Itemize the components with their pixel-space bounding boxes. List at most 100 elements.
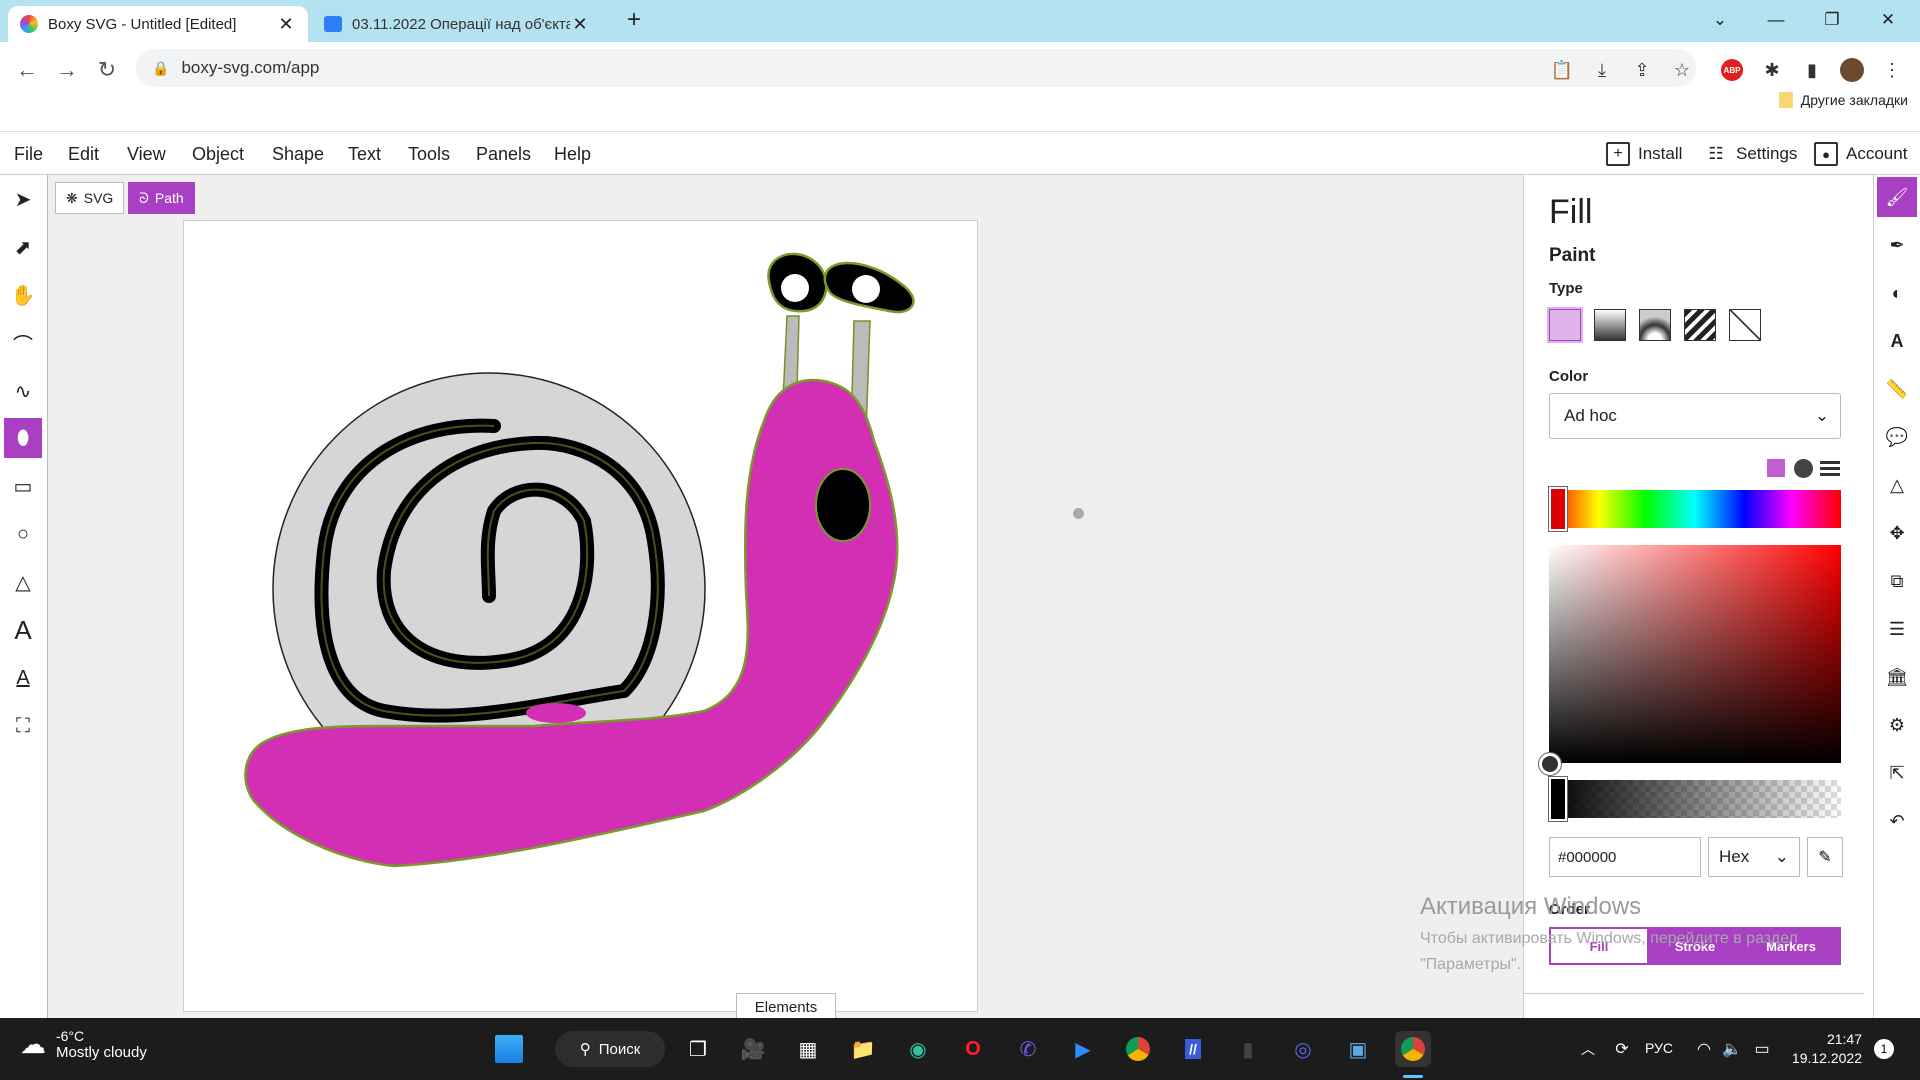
reload-button[interactable]: ↻ — [89, 52, 125, 88]
edge-browser-icon[interactable]: ◉ — [900, 1031, 936, 1067]
layers-icon[interactable]: ⧉ — [1877, 561, 1917, 601]
tab-search-chevron-icon[interactable]: ⌄ — [1692, 0, 1748, 40]
menu-tools[interactable]: Tools — [408, 144, 450, 165]
task-view-icon[interactable]: ❐ — [680, 1031, 716, 1067]
close-tab-icon[interactable]: ✕ — [276, 14, 296, 35]
stroke-brush-icon[interactable]: ✒ — [1877, 225, 1917, 265]
circle-tool-icon[interactable]: ○ — [4, 514, 42, 554]
language-indicator[interactable]: РУС — [1645, 1040, 1673, 1056]
battery-icon[interactable]: ▭ — [1744, 1031, 1780, 1067]
tray-sync-icon[interactable]: ⟳ — [1604, 1031, 1640, 1067]
menu-panels[interactable]: Panels — [476, 144, 531, 165]
snail-mouth[interactable] — [815, 468, 871, 542]
close-window-button[interactable]: ✕ — [1860, 0, 1916, 40]
install-button[interactable]: + Install — [1606, 142, 1682, 166]
text-path-tool-icon[interactable]: A — [4, 658, 42, 698]
history-undo-icon[interactable]: ↶ — [1877, 801, 1917, 841]
pan-hand-icon[interactable]: ✋ — [4, 275, 42, 315]
hex-input[interactable]: #000000 — [1549, 837, 1701, 877]
url-bar[interactable]: 🔒 boxy-svg.com/app — [136, 49, 1696, 87]
library-icon[interactable]: 🏛 — [1877, 657, 1917, 697]
account-button[interactable]: ● Account — [1814, 142, 1907, 166]
app-blue-icon[interactable]: // — [1175, 1031, 1211, 1067]
elements-panel-tab[interactable]: Elements — [736, 993, 836, 1021]
profile-avatar[interactable] — [1834, 52, 1870, 88]
freehand-tool-icon[interactable]: ∿ — [4, 371, 42, 411]
clock[interactable]: 21:47 19.12.2022 — [1790, 1030, 1862, 1068]
chrome-icon[interactable] — [1120, 1031, 1156, 1067]
restore-button[interactable]: ❐ — [1804, 0, 1860, 40]
paint-type-none[interactable] — [1729, 309, 1761, 341]
clipboard-icon[interactable]: 📋 — [1544, 52, 1580, 88]
adblock-icon[interactable]: ABP — [1714, 52, 1750, 88]
extensions-puzzle-icon[interactable]: ✱ — [1754, 52, 1790, 88]
chrome-profile-icon[interactable] — [1395, 1031, 1431, 1067]
menu-view[interactable]: View — [127, 144, 166, 165]
artboard-crop-icon[interactable]: ⛶ — [4, 706, 42, 746]
tab-classroom[interactable]: 03.11.2022 Операції над об'єкта ✕ — [312, 6, 602, 42]
bookmark-other-folder[interactable]: Другие закладки — [1778, 92, 1908, 108]
start-windows-icon[interactable] — [491, 1031, 527, 1067]
app-dark-icon[interactable]: ▮ — [1230, 1031, 1266, 1067]
paint-type-radial-gradient[interactable] — [1639, 309, 1671, 341]
menu-text[interactable]: Text — [348, 144, 381, 165]
share-icon[interactable]: ⇪ — [1624, 52, 1660, 88]
hue-slider-handle[interactable] — [1548, 486, 1568, 532]
install-app-icon[interactable]: ⤓ — [1584, 52, 1620, 88]
calculator-icon[interactable]: ▦ — [790, 1031, 826, 1067]
list-icon[interactable]: ☰ — [1877, 609, 1917, 649]
taskbar-search[interactable]: ⚲ Поиск — [555, 1031, 665, 1067]
app-window-icon[interactable]: ▣ — [1340, 1031, 1376, 1067]
export-icon[interactable]: ⇱ — [1877, 753, 1917, 793]
geometry-triangle-icon[interactable]: △ — [1877, 465, 1917, 505]
paint-type-linear-gradient[interactable] — [1594, 309, 1626, 341]
contrast-icon[interactable]: ◐ — [1877, 273, 1917, 313]
fill-panel-icon[interactable]: 🖌 — [1877, 177, 1917, 217]
ellipse-path-tool-icon[interactable]: ⬮ — [4, 418, 42, 458]
canvas-area[interactable]: ❋ SVG ᘐ Path Elements — [48, 175, 1523, 1021]
file-explorer-icon[interactable]: 📁 — [845, 1031, 881, 1067]
artboard[interactable] — [183, 220, 978, 1012]
zoom-icon[interactable]: ▶ — [1065, 1031, 1101, 1067]
breadcrumb-svg[interactable]: ❋ SVG — [55, 182, 125, 214]
swatch-square-icon[interactable] — [1767, 459, 1785, 477]
edit-tool-icon[interactable]: ⬈ — [4, 227, 42, 267]
text-tool-icon[interactable]: A — [4, 610, 42, 650]
tray-chevron-up-icon[interactable]: ︿ — [1570, 1031, 1606, 1067]
menu-shape[interactable]: Shape — [272, 144, 324, 165]
tab-boxy-svg[interactable]: Boxy SVG - Untitled [Edited] ✕ — [8, 6, 308, 42]
color-format-select[interactable]: Hex ⌄ — [1708, 837, 1800, 877]
teams-chat-icon[interactable]: 🎥 — [735, 1031, 771, 1067]
hue-slider[interactable] — [1549, 490, 1841, 528]
bookmark-star-icon[interactable]: ☆ — [1664, 52, 1700, 88]
paint-type-solid[interactable] — [1547, 307, 1583, 343]
menu-help[interactable]: Help — [554, 144, 591, 165]
nodes-tool-icon[interactable]: ⌒ — [4, 323, 42, 363]
swatch-circle-icon[interactable] — [1794, 459, 1813, 478]
notification-badge[interactable]: 1 — [1874, 1039, 1894, 1059]
alpha-slider[interactable] — [1549, 780, 1841, 818]
back-button[interactable]: ← — [9, 52, 45, 88]
browser-menu-icon[interactable]: ⋮ — [1874, 52, 1910, 88]
menu-edit[interactable]: Edit — [68, 144, 99, 165]
selection-tool-icon[interactable]: ➤ — [4, 179, 42, 219]
snail-drawing[interactable] — [184, 221, 979, 1013]
alpha-slider-handle[interactable] — [1548, 776, 1568, 822]
viber-icon[interactable]: ✆ — [1010, 1031, 1046, 1067]
sv-picker-handle[interactable] — [1538, 752, 1562, 776]
rectangle-tool-icon[interactable]: ▭ — [4, 466, 42, 506]
color-mode-select[interactable]: Ad hoc ⌄ — [1549, 393, 1841, 439]
paint-type-pattern[interactable] — [1684, 309, 1716, 341]
breadcrumb-path[interactable]: ᘐ Path — [128, 182, 195, 214]
close-tab-icon[interactable]: ✕ — [570, 14, 590, 35]
generators-gear-icon[interactable]: ⚙ — [1877, 705, 1917, 745]
saturation-value-picker[interactable] — [1549, 545, 1841, 763]
discord-icon[interactable]: ◎ — [1285, 1031, 1321, 1067]
eyedropper-icon[interactable]: ✎ — [1807, 837, 1843, 877]
weather-widget[interactable]: ☁ -6°C Mostly cloudy — [20, 1028, 147, 1061]
opera-browser-icon[interactable]: O — [955, 1031, 991, 1067]
forward-button[interactable]: → — [49, 52, 85, 88]
menu-object[interactable]: Object — [192, 144, 244, 165]
move-arrows-icon[interactable]: ✥ — [1877, 513, 1917, 553]
settings-button[interactable]: ☷ Settings — [1704, 142, 1797, 166]
